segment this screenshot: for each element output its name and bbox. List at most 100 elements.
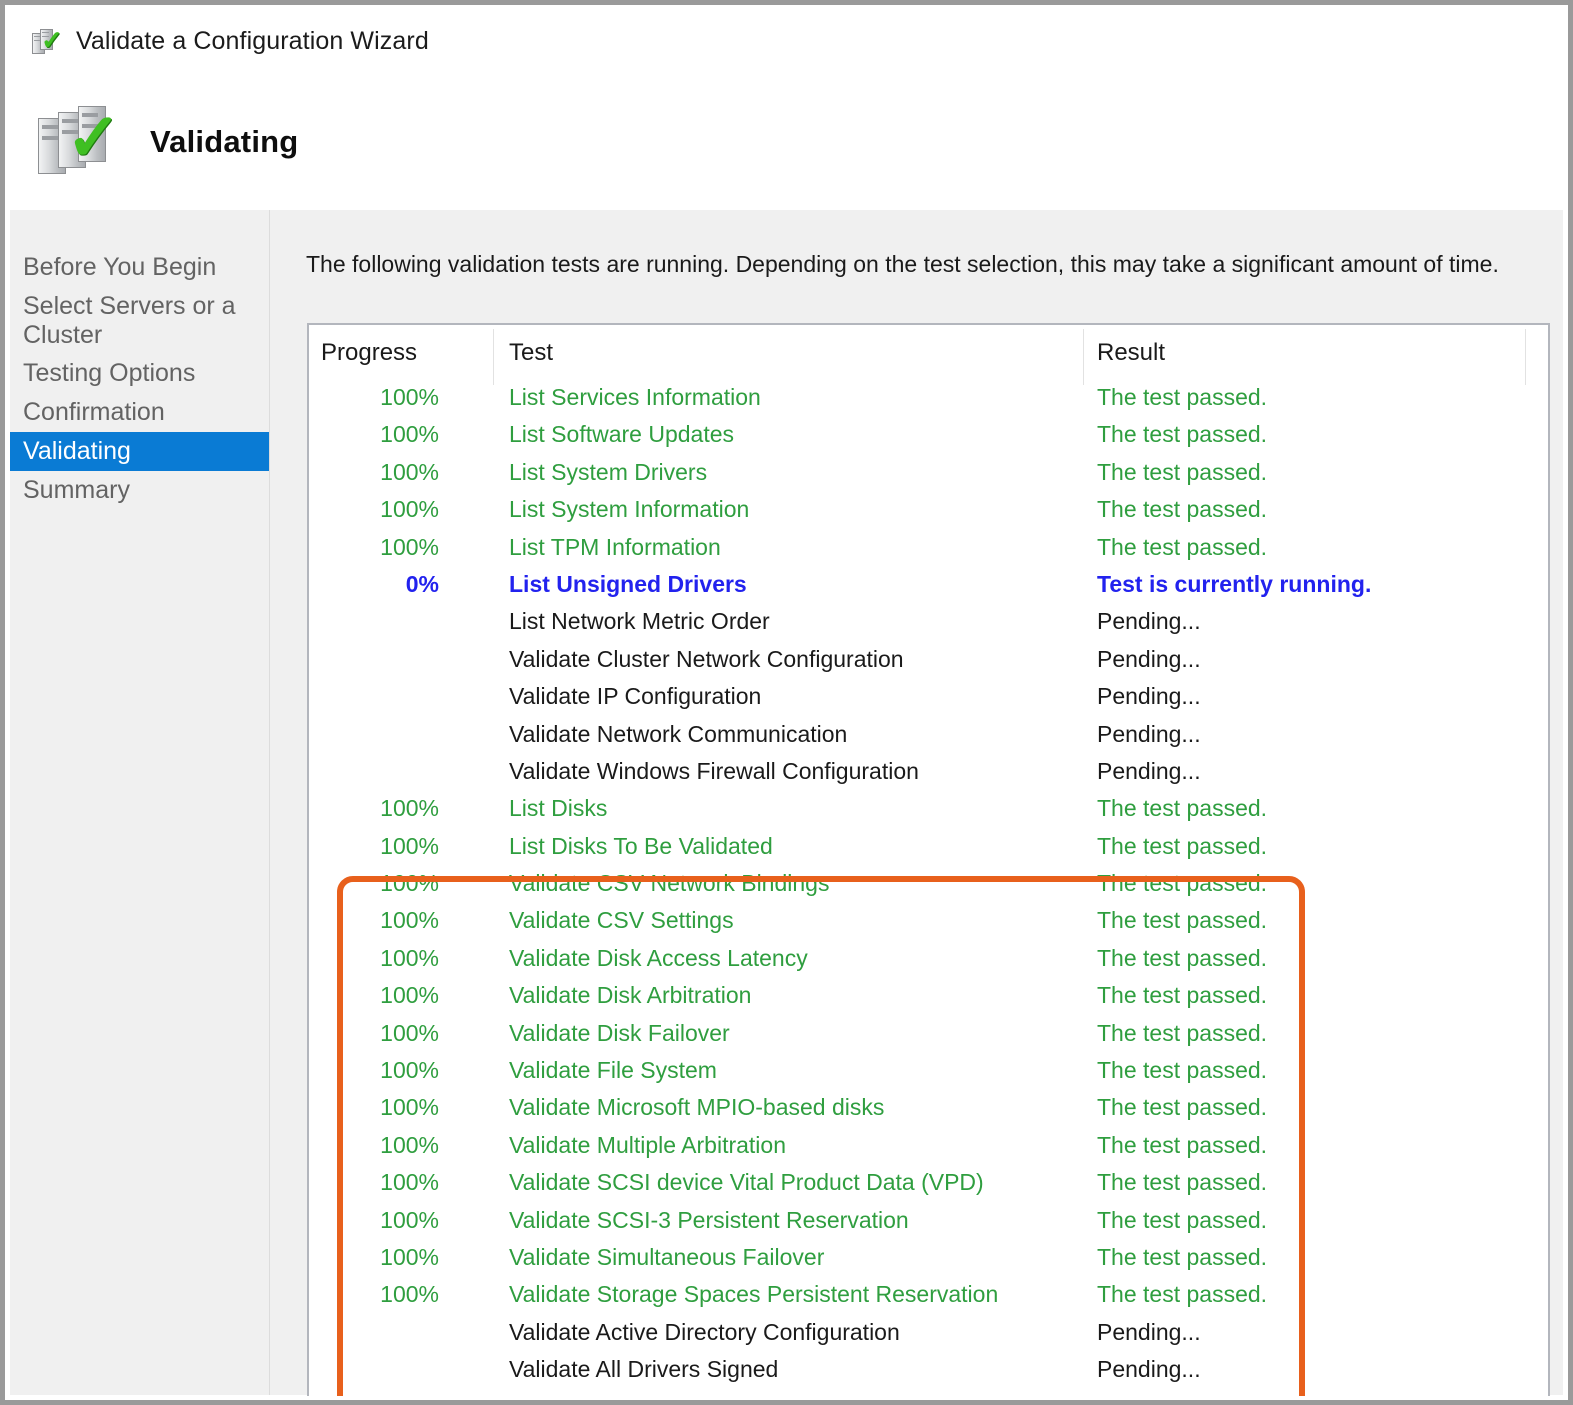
validate-config-wizard-icon: ✓	[32, 27, 63, 57]
table-row[interactable]: 100% Validate Multiple Arbitration The tes…	[309, 1129, 1548, 1166]
servers-validated-icon: ✓	[38, 104, 121, 180]
table-row[interactable]: 100% List TPM Information The test passed.	[309, 531, 1548, 568]
cell-result: Pending...	[1097, 720, 1201, 747]
window-title: Validate a Configuration Wizard	[76, 27, 429, 55]
cell-result: The test passed.	[1097, 1243, 1268, 1270]
cell-test-name: Validate Cluster Network Configuration	[509, 645, 904, 672]
cell-result: Pending...	[1097, 757, 1201, 784]
table-row[interactable]: 100% Validate File System The test passed.	[309, 1054, 1548, 1091]
cell-progress: 100%	[380, 1057, 439, 1084]
table-row[interactable]: 100% List System Information The test pass…	[309, 493, 1548, 530]
wizard-window: ✓ Validate a Configuration Wizard ✓ Vali…	[0, 0, 1573, 1405]
cell-test-name: Validate CSV Network Bindings	[509, 870, 830, 897]
table-row[interactable]: 100% Validate CSV Settings The test passed…	[309, 904, 1548, 941]
cell-test-name: Validate Simultaneous Failover	[509, 1243, 825, 1270]
table-row[interactable]: Validate Cluster Network Configuration Pe…	[309, 643, 1548, 680]
sidebar-item-before-you-begin[interactable]: Before You Begin	[10, 248, 269, 287]
cell-progress: 100%	[380, 458, 439, 485]
cell-progress: 100%	[380, 907, 439, 934]
cell-test-name: Validate Disk Failover	[509, 1019, 730, 1046]
table-row[interactable]: 100% Validate SCSI device Vital Product D…	[309, 1166, 1548, 1203]
cell-progress: 100%	[380, 982, 439, 1009]
cell-result: The test passed.	[1097, 944, 1268, 971]
table-row[interactable]: 100% Validate CSV Network Bindings The tes…	[309, 867, 1548, 904]
wizard-body: Before You Begin Select Servers or a Clu…	[10, 210, 1563, 1396]
page-banner: ✓ Validating	[10, 73, 1563, 210]
cell-test-name: List System Information	[509, 496, 750, 523]
table-row[interactable]: 100% Validate Disk Failover The test passe…	[309, 1017, 1548, 1054]
cell-test-name: List TPM Information	[509, 533, 721, 560]
cell-progress: 100%	[380, 870, 439, 897]
table-row[interactable]: 0% List Unsigned Drivers Test is currently…	[309, 568, 1548, 605]
cell-test-name: List Unsigned Drivers	[509, 570, 747, 597]
cell-test-name: Validate SCSI device Vital Product Data …	[509, 1169, 984, 1196]
sidebar-item-summary[interactable]: Summary	[10, 471, 269, 510]
cell-test-name: Validate Storage Spaces Persistent Reser…	[509, 1281, 999, 1308]
table-row[interactable]: Validate Windows Firewall Configuration P…	[309, 755, 1548, 792]
cell-result: The test passed.	[1097, 982, 1268, 1009]
cell-progress: 100%	[380, 1019, 439, 1046]
wizard-content: The following validation tests are runni…	[271, 210, 1563, 1396]
column-header-result[interactable]: Result	[1097, 339, 1165, 367]
table-row[interactable]: List Network Metric Order Pending...	[309, 605, 1548, 642]
cell-result: Pending...	[1097, 1356, 1201, 1383]
cell-result: The test passed.	[1097, 870, 1268, 897]
cell-test-name: Validate Network Communication	[509, 720, 848, 747]
cell-progress: 100%	[380, 944, 439, 971]
table-header-row: Progress Test Result	[309, 325, 1548, 385]
table-row[interactable]: 100% Validate Disk Arbitration The test pa…	[309, 979, 1548, 1016]
cell-result: The test passed.	[1097, 1131, 1268, 1158]
cell-test-name: Validate Microsoft MPIO-based disks	[509, 1094, 885, 1121]
table-row[interactable]: 100% List Services Information The test pa…	[309, 381, 1548, 418]
table-row[interactable]: 100% Validate Storage Spaces Persistent R…	[309, 1278, 1548, 1315]
cell-test-name: List Software Updates	[509, 421, 735, 448]
column-divider[interactable]	[493, 329, 494, 385]
table-row[interactable]: 100% List Software Updates The test passed…	[309, 418, 1548, 455]
cell-result: The test passed.	[1097, 795, 1268, 822]
sidebar-item-confirmation[interactable]: Confirmation	[10, 393, 269, 432]
cell-progress: 100%	[380, 496, 439, 523]
table-row[interactable]: Validate All Drivers Signed Pending...	[309, 1353, 1548, 1390]
cell-test-name: Validate Windows Firewall Configuration	[509, 757, 919, 784]
cell-result: The test passed.	[1097, 496, 1268, 523]
table-row[interactable]: Validate Network Communication Pending...	[309, 718, 1548, 755]
cell-result: The test passed.	[1097, 384, 1268, 410]
column-divider[interactable]	[1083, 329, 1084, 385]
cell-progress: 100%	[380, 1131, 439, 1158]
table-row[interactable]: 100% Validate Microsoft MPIO-based disks T…	[309, 1091, 1548, 1128]
table-row[interactable]: Validate Active Directory Configuration P…	[309, 1316, 1548, 1353]
sidebar-item-select-servers-or-a-cluster[interactable]: Select Servers or a Cluster	[10, 287, 269, 355]
sidebar-item-validating[interactable]: Validating	[10, 431, 269, 471]
cell-result: Pending...	[1097, 608, 1201, 635]
cell-result: Pending...	[1097, 645, 1201, 672]
cell-progress: 0%	[405, 570, 439, 597]
table-row[interactable]: 100% Validate Disk Access Latency The test…	[309, 942, 1548, 979]
cell-progress: 100%	[380, 1281, 439, 1308]
wizard-sidebar: Before You Begin Select Servers or a Clu…	[10, 210, 270, 1395]
cell-result: The test passed.	[1097, 907, 1268, 934]
cell-result: Pending...	[1097, 1318, 1201, 1345]
table-row[interactable]: 100% Validate SCSI-3 Persistent Reservati…	[309, 1204, 1548, 1241]
validation-results-table[interactable]: Progress Test Result 100% List Services I…	[307, 323, 1550, 1396]
cell-result: The test passed.	[1097, 1169, 1268, 1196]
window-titlebar: ✓ Validate a Configuration Wizard	[10, 10, 1563, 73]
column-divider[interactable]	[1525, 329, 1526, 385]
cell-result: The test passed.	[1097, 1281, 1268, 1308]
column-header-progress[interactable]: Progress	[321, 339, 417, 367]
cell-progress: 100%	[380, 1243, 439, 1270]
cell-test-name: Validate Multiple Arbitration	[509, 1131, 786, 1158]
cell-result: The test passed.	[1097, 1057, 1268, 1084]
table-row[interactable]: Validate IP Configuration Pending...	[309, 680, 1548, 717]
cell-result: The test passed.	[1097, 533, 1268, 560]
column-header-test[interactable]: Test	[509, 339, 553, 367]
cell-test-name: Validate File System	[509, 1057, 717, 1084]
cell-test-name: List System Drivers	[509, 458, 708, 485]
sidebar-item-testing-options[interactable]: Testing Options	[10, 354, 269, 393]
table-row[interactable]: 100% List System Drivers The test passed.	[309, 456, 1548, 493]
table-row[interactable]: 100% Validate Simultaneous Failover The te…	[309, 1241, 1548, 1278]
cell-result: The test passed.	[1097, 1206, 1268, 1233]
cell-progress: 100%	[380, 421, 439, 448]
table-row[interactable]: 100% List Disks To Be Validated The test p…	[309, 830, 1548, 867]
table-row[interactable]: 100% List Disks The test passed.	[309, 792, 1548, 829]
cell-test-name: List Disks To Be Validated	[509, 832, 773, 859]
